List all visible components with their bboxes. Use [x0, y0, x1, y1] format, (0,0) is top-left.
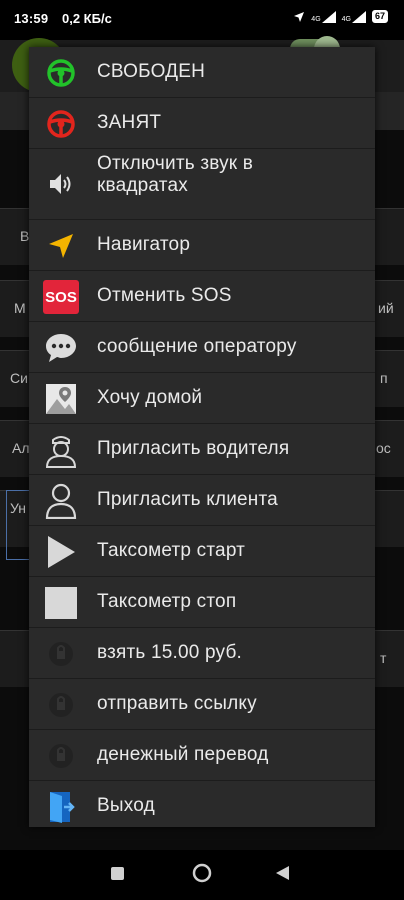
system-navigation-bar [0, 850, 404, 900]
status-icons: 4G 4G 67 [293, 10, 388, 23]
driver-icon [43, 432, 79, 468]
menu-item-taximeter-start[interactable]: Таксометр старт [29, 526, 375, 577]
play-icon [43, 534, 79, 570]
menu-item-label: ЗАНЯТ [97, 112, 162, 133]
menu-item-label: Таксометр старт [97, 540, 246, 561]
menu-item-label: Навигатор [97, 234, 191, 255]
background-label: Ун [10, 500, 26, 516]
back-button[interactable] [276, 866, 290, 885]
exit-door-icon [43, 789, 79, 825]
menu-item-busy[interactable]: ЗАНЯТ [29, 98, 375, 149]
battery-icon: 67 [371, 10, 388, 23]
menu-item-label: денежный перевод [97, 744, 269, 765]
menu-item-label: отправить ссылку [97, 693, 257, 714]
menu-item-label: взять 15.00 руб. [97, 642, 243, 663]
menu-item-label: Пригласить клиента [97, 489, 278, 510]
menu-item-label: Отключить звук в квадратах [97, 153, 254, 196]
menu-item-cancel-sos[interactable]: SOS Отменить SOS [29, 271, 375, 322]
background-label: ий [378, 300, 394, 316]
lock-icon [43, 687, 79, 723]
menu-item-take-payment[interactable]: взять 15.00 руб. [29, 628, 375, 679]
chat-bubble-icon [43, 330, 79, 366]
menu-item-label: сообщение оператору [97, 336, 297, 357]
menu-item-label: Пригласить водителя [97, 438, 290, 459]
background-label: Си [10, 370, 28, 386]
signal-label: 4G [311, 15, 321, 23]
menu-item-label: Таксометр стоп [97, 591, 237, 612]
recents-button[interactable] [111, 867, 124, 885]
status-network-speed: 0,2 КБ/с [62, 11, 112, 26]
menu-item-label: СВОБОДЕН [97, 61, 206, 82]
home-button[interactable] [192, 863, 212, 888]
steering-wheel-red-icon [43, 106, 79, 142]
signal-icon: 4G [311, 10, 336, 23]
menu-item-label: Отменить SOS [97, 285, 232, 306]
menu-item-label: Выход [97, 795, 155, 816]
lock-icon [43, 636, 79, 672]
menu-item-money-transfer[interactable]: денежный перевод [29, 730, 375, 781]
status-bar: 13:59 0,2 КБ/с 4G 4G 67 [0, 0, 404, 40]
map-pin-icon [43, 381, 79, 417]
sos-icon: SOS [43, 279, 79, 315]
menu-item-message-operator[interactable]: сообщение оператору [29, 322, 375, 373]
stop-icon [43, 585, 79, 621]
lock-icon [43, 738, 79, 774]
menu-item-mute-sound[interactable]: Отключить звук в квадратах [29, 149, 375, 220]
menu-item-send-link[interactable]: отправить ссылку [29, 679, 375, 730]
menu-item-taximeter-stop[interactable]: Таксометр стоп [29, 577, 375, 628]
background-label: п [380, 370, 388, 386]
menu-item-exit[interactable]: Выход [29, 781, 375, 831]
menu-item-invite-client[interactable]: Пригласить клиента [29, 475, 375, 526]
sos-icon-text: SOS [43, 280, 79, 314]
background-label: т [380, 650, 387, 666]
background-label: В [20, 228, 30, 244]
person-icon [43, 483, 79, 519]
speaker-icon [43, 166, 79, 202]
context-menu: СВОБОДЕН ЗАНЯТ Отключить звук в квадрата… [29, 47, 375, 827]
menu-item-navigator[interactable]: Навигатор [29, 220, 375, 271]
navigation-arrow-icon [43, 228, 79, 264]
menu-item-free[interactable]: СВОБОДЕН [29, 47, 375, 98]
status-time: 13:59 [14, 11, 49, 26]
signal-label-2: 4G [341, 15, 351, 23]
steering-wheel-green-icon [43, 55, 79, 91]
background-label: ос [376, 440, 391, 456]
menu-item-invite-driver[interactable]: Пригласить водителя [29, 424, 375, 475]
background-label: М [14, 300, 26, 316]
background-label: Ал [12, 440, 30, 456]
menu-item-go-home[interactable]: Хочу домой [29, 373, 375, 424]
menu-item-label: Хочу домой [97, 387, 203, 408]
signal-icon-2: 4G [341, 10, 366, 23]
location-icon [294, 11, 305, 22]
